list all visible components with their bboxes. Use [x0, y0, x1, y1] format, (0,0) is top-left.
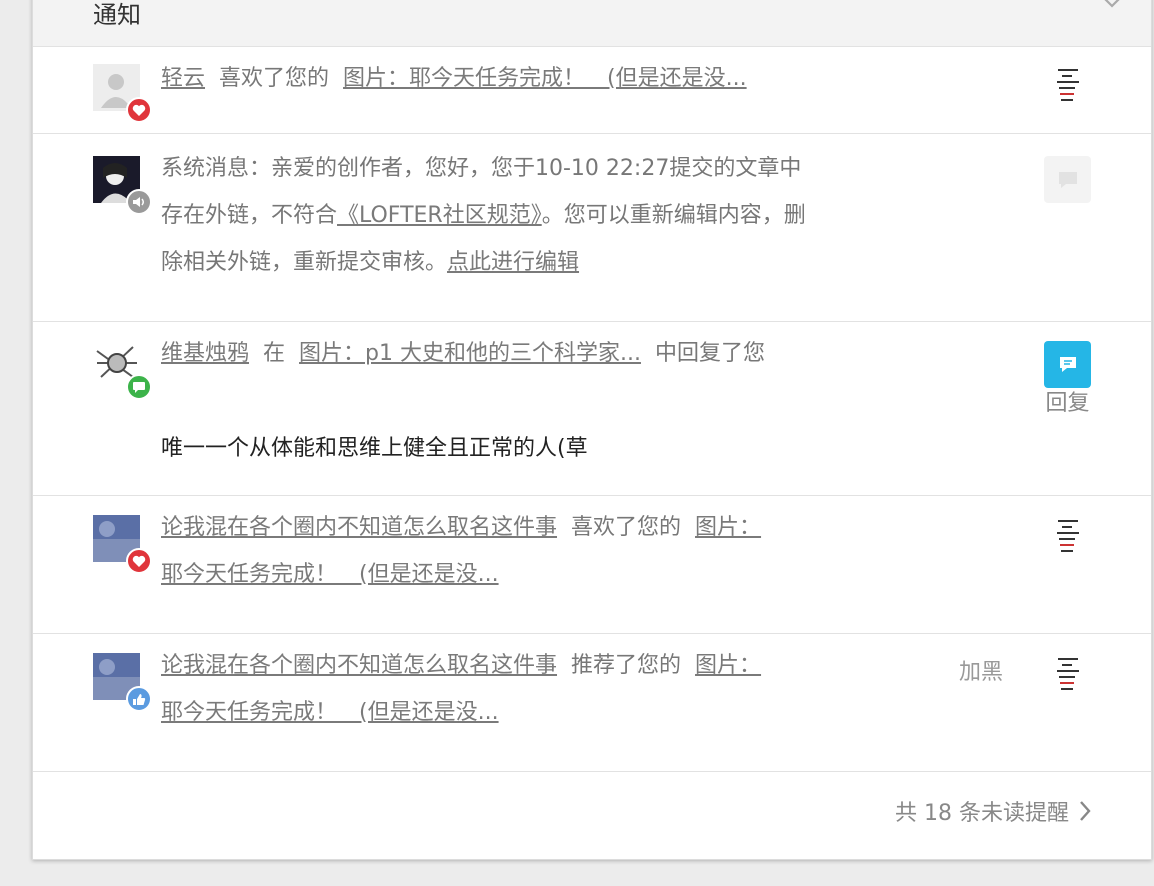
notification-text: 论我混在各个圈内不知道怎么取名这件事 喜欢了您的 图片： 耶今天任务完成！ (但是还是…: [161, 504, 821, 598]
notification-text: 论我混在各个圈内不知道怎么取名这件事 推荐了您的 图片： 耶今天任务完成！ (但是还是…: [161, 642, 821, 736]
action-text: 在: [263, 341, 286, 366]
unread-count-link[interactable]: 共 18 条未读提醒: [895, 795, 1091, 827]
edit-link[interactable]: 点此进行编辑: [447, 250, 579, 275]
user-link[interactable]: 论我混在各个圈内不知道怎么取名这件事: [161, 515, 557, 540]
system-notice-icon-box: [1044, 156, 1091, 203]
avatar[interactable]: [93, 653, 152, 712]
action-text: 中回复了您: [654, 341, 765, 366]
notification-panel: 通知 轻云 喜欢了您的 图片：耶今天任务完成！ (但是还是没... 系统消息：亲…: [32, 0, 1152, 860]
system-badge: [126, 189, 152, 215]
comment-icon: [133, 382, 145, 393]
notification-item-system: 系统消息：亲爱的创作者，您好，您于10-10 22:27提交的文章中存在外链，不…: [33, 133, 1151, 322]
reply-button[interactable]: [1044, 341, 1091, 388]
notification-text: 轻云 喜欢了您的 图片：耶今天任务完成！ (但是还是没...: [161, 55, 821, 102]
post-link[interactable]: 图片：: [695, 653, 761, 678]
action-text: 推荐了您的: [571, 653, 682, 678]
notification-text: 维基烛鸦在图片：p1 大史和他的三个科学家... 中回复了您: [161, 330, 801, 377]
panel-header: 通知: [33, 0, 1151, 47]
speaker-icon: [133, 197, 144, 207]
avatar[interactable]: [93, 515, 152, 574]
notification-item: 轻云 喜欢了您的 图片：耶今天任务完成！ (但是还是没...: [33, 46, 1151, 134]
post-link[interactable]: 耶今天任务完成！ (但是还是没...: [161, 562, 499, 587]
avatar[interactable]: [93, 156, 152, 215]
heart-icon: [132, 104, 146, 116]
page-title: 通知: [93, 1, 141, 29]
notification-text: 系统消息：亲爱的创作者，您好，您于10-10 22:27提交的文章中存在外链，不…: [161, 145, 811, 286]
unread-count-text: 共 18 条未读提醒: [895, 801, 1069, 826]
post-link[interactable]: 图片：耶今天任务完成！ (但是还是没...: [343, 66, 747, 91]
recommend-badge: [126, 686, 152, 712]
avatar[interactable]: [93, 64, 152, 123]
notification-item: 维基烛鸦在图片：p1 大史和他的三个科学家... 中回复了您 唯一一个从体能和思维…: [33, 321, 1151, 496]
heart-icon: [132, 555, 146, 567]
close-icon: [1104, 0, 1120, 8]
comment-icon: [1058, 171, 1077, 188]
thumbs-up-icon: [133, 693, 146, 705]
user-link[interactable]: 维基烛鸦: [161, 341, 249, 366]
post-link[interactable]: 耶今天任务完成！ (但是还是没...: [161, 700, 499, 725]
post-thumbnail[interactable]: [1044, 653, 1091, 700]
chevron-right-icon: [1080, 801, 1091, 821]
user-link[interactable]: 论我混在各个圈内不知道怎么取名这件事: [161, 653, 557, 678]
rules-link[interactable]: 《LOFTER社区规范》: [337, 203, 542, 228]
user-link[interactable]: 轻云: [161, 66, 205, 91]
action-text: 喜欢了您的: [219, 66, 330, 91]
comment-badge: [126, 374, 152, 400]
post-link[interactable]: 图片：p1 大史和他的三个科学家...: [299, 341, 641, 366]
notification-item: 论我混在各个圈内不知道怎么取名这件事 推荐了您的 图片： 耶今天任务完成！ (但是还是…: [33, 633, 1151, 772]
post-thumbnail[interactable]: [1044, 64, 1091, 111]
like-badge: [126, 97, 152, 123]
action-text: 喜欢了您的: [571, 515, 682, 540]
notification-item: 论我混在各个圈内不知道怎么取名这件事 喜欢了您的 图片： 耶今天任务完成！ (但是还是…: [33, 495, 1151, 634]
reply-label[interactable]: 回复: [1044, 385, 1091, 417]
close-button[interactable]: [1099, 0, 1125, 13]
avatar[interactable]: [93, 341, 152, 400]
post-thumbnail[interactable]: [1044, 515, 1091, 562]
comment-icon: [1059, 356, 1076, 372]
block-user-button[interactable]: 加黑: [959, 654, 1003, 686]
like-badge: [126, 548, 152, 574]
post-link[interactable]: 图片：: [695, 515, 761, 540]
comment-text: 唯一一个从体能和思维上健全且正常的人(草: [161, 436, 588, 461]
